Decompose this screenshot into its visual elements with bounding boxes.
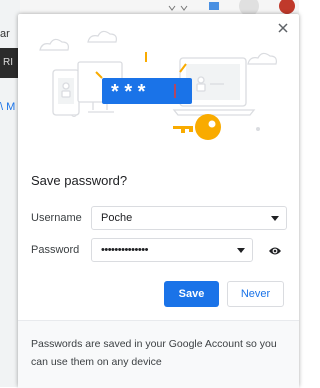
username-label: Username <box>31 212 82 224</box>
background-dark-block: RI <box>0 48 18 78</box>
password-mask-text: * * * <box>111 81 146 103</box>
phone-icon <box>52 69 80 116</box>
username-select[interactable]: Poche <box>91 206 287 230</box>
eye-icon <box>269 247 281 255</box>
dialog-footer: Passwords are saved in your Google Accou… <box>18 320 299 388</box>
key-icon <box>173 114 221 140</box>
background-text: ar <box>0 28 10 40</box>
password-value: •••••••••••••• <box>101 244 148 256</box>
chevron-down-icon <box>237 248 245 253</box>
dialog-title: Save password? <box>31 173 128 188</box>
username-value: Poche <box>101 212 133 224</box>
password-illustration: * * * <box>39 30 277 140</box>
background-link-text: \ M <box>0 101 16 113</box>
save-password-dialog: * * * Save password? Username Poche Pass… <box>18 14 299 388</box>
show-password-button[interactable] <box>267 243 283 259</box>
chevron-down-icon <box>271 216 279 221</box>
never-button[interactable]: Never <box>227 281 284 307</box>
password-select[interactable]: •••••••••••••• <box>91 238 253 262</box>
footer-info-text: Passwords are saved in your Google Accou… <box>31 338 277 368</box>
save-button[interactable]: Save <box>164 281 219 307</box>
password-label: Password <box>31 244 80 256</box>
